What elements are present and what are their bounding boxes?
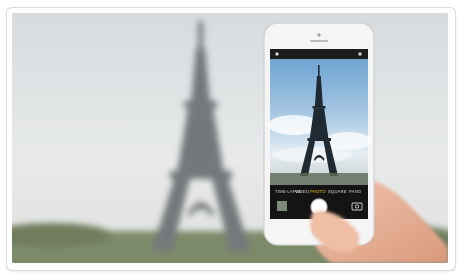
camera-mode-video[interactable]: VIDEO	[295, 189, 310, 194]
camera-mode-bar: TIME-LAPSE VIDEO PHOTO SQUARE PANO	[275, 189, 362, 194]
camera-mode-square[interactable]: SQUARE	[328, 189, 347, 194]
camera-mode-pano[interactable]: PANO	[349, 189, 362, 194]
flash-icon[interactable]	[275, 52, 279, 56]
flip-icon[interactable]	[358, 52, 362, 56]
front-camera-icon	[317, 33, 321, 37]
earpiece-icon	[310, 40, 328, 42]
photo-thumbnail[interactable]	[277, 201, 287, 211]
photo: TIME-LAPSE VIDEO PHOTO SQUARE PANO	[12, 13, 448, 263]
phone-screen: TIME-LAPSE VIDEO PHOTO SQUARE PANO	[268, 49, 372, 219]
camera-mode-photo[interactable]: PHOTO	[310, 189, 326, 194]
